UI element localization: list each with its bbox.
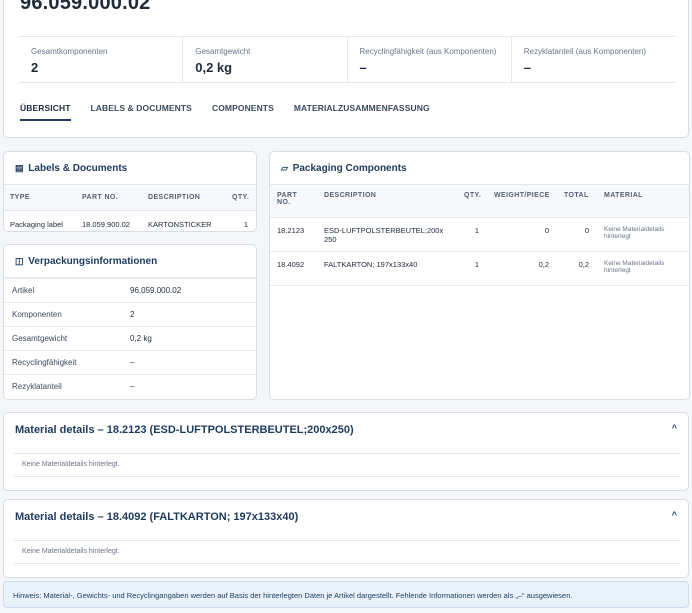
cell-total: 0,2 [557, 251, 597, 286]
info-row: Artikel 96.059.000.02 [4, 278, 256, 302]
packaging-info-card: ◫ Verpackungsinformationen Artikel 96.05… [3, 244, 257, 400]
panel-body: Keine Materialdetails hinterlegt. [14, 540, 680, 564]
kpi-row: Gesamtkomponenten 2 Gesamtgewicht 0,2 kg… [19, 36, 675, 83]
info-key: Komponenten [12, 310, 62, 319]
cell-type: Packaging label [10, 219, 63, 229]
article-header-card: 96.059.000.02 Gesamtkomponenten 2 Gesamt… [3, 0, 689, 138]
material-details-panel: Material details – 18.2123 (ESD-LUFTPOLS… [3, 412, 689, 491]
kpi-recycled-content: Rezyklatanteil (aus Komponenten) – [510, 37, 675, 82]
kpi-value: 2 [31, 60, 39, 75]
info-row: Rezyklatanteil – [4, 374, 256, 398]
column-header-no: NO. [277, 199, 291, 206]
cell-total: 0 [557, 217, 597, 252]
info-value: – [130, 382, 135, 391]
cell-weight: 0,2 [487, 251, 557, 286]
info-row: Komponenten 2 [4, 302, 256, 326]
packaging-components-card: ▱ Packaging Components PART NO. DESCRIPT… [269, 151, 690, 400]
column-header: MATERIAL [597, 185, 689, 218]
labels-table: TYPE PART NO. DESCRIPTION QTY. Packaging… [4, 185, 256, 232]
tab-bar: ÜBERSICHT LABELS & DOCUMENTS COMPONENTS … [20, 103, 430, 121]
table-row[interactable]: Packaging label 18.059.900.02 KARTONSTIC… [4, 210, 256, 232]
collapse-caret-icon[interactable]: ^ [672, 510, 677, 520]
kpi-label: Gesamtgewicht [195, 47, 251, 56]
column-header-part: PART [277, 192, 298, 199]
info-value: 0,2 kg [130, 334, 152, 343]
cell-description: FALTKARTON; 197x133x40 [317, 251, 457, 286]
tab-components[interactable]: COMPONENTS [212, 103, 274, 121]
column-header: DESCRIPTION [142, 185, 226, 211]
kpi-value: 0,2 kg [195, 60, 233, 75]
info-hint: Hinweis: Material-, Gewichts- und Recycl… [3, 581, 689, 608]
cell-description: KARTONSTICKER [148, 219, 212, 229]
column-header: PART NO. [270, 185, 317, 218]
page-title: 96.059.000.02 [20, 0, 151, 14]
box-outline-icon: ▱ [281, 163, 288, 173]
cell-part-no: 18.2123 [270, 217, 317, 252]
kpi-recyclability: Recyclingfähigkeit (aus Komponenten) – [346, 37, 511, 82]
column-header: PART NO. [76, 185, 142, 211]
column-header: WEIGHT/PIECE [487, 185, 557, 218]
info-row: Gesamtgewicht 0,2 kg [4, 326, 256, 350]
column-header: TOTAL [557, 185, 597, 218]
info-value: – [130, 358, 135, 367]
cell-description: ESD-LUFTPOLSTERBEUTEL;200x250 [317, 217, 457, 252]
column-header: QTY. [226, 185, 256, 211]
material-details-panel: Material details – 18.4092 (FALTKARTON; … [3, 499, 689, 578]
labels-documents-card: ▤ Labels & Documents TYPE PART NO. DESCR… [3, 151, 257, 232]
card-title-text: Verpackungsinformationen [28, 256, 158, 267]
table-row[interactable]: 18.2123 ESD-LUFTPOLSTERBEUTEL;200x250 1 … [270, 217, 689, 252]
kpi-value: – [359, 60, 367, 75]
panel-title[interactable]: Material details – 18.4092 (FALTKARTON; … [4, 500, 688, 535]
panel-body: Keine Materialdetails hinterlegt. [14, 453, 680, 477]
info-value: 96.059.000.02 [130, 286, 182, 295]
column-header: TYPE [4, 185, 76, 211]
card-title: ◫ Verpackungsinformationen [4, 245, 256, 278]
cell-material: Keine Materialdetails hinterlegt [597, 251, 689, 286]
table-row[interactable]: 18.4092 FALTKARTON; 197x133x40 1 0,2 0,2… [270, 251, 689, 286]
info-key: Gesamtgewicht [12, 334, 68, 343]
collapse-caret-icon[interactable]: ^ [672, 423, 677, 433]
card-title: ▱ Packaging Components [270, 152, 689, 185]
cell-part-no: 18.4092 [270, 251, 317, 286]
kpi-total-components: Gesamtkomponenten 2 [19, 37, 182, 82]
document-icon: ▤ [15, 163, 24, 173]
info-row: Recyclingfähigkeit – [4, 350, 256, 374]
kpi-label: Gesamtkomponenten [31, 47, 108, 56]
card-title-text: Packaging Components [292, 163, 407, 174]
cell-part-no: 18.059.900.02 [82, 219, 130, 229]
kpi-label: Rezyklatanteil (aus Komponenten) [523, 47, 647, 56]
cell-weight: 0 [487, 217, 557, 252]
kpi-value: – [523, 60, 531, 75]
card-title-text: Labels & Documents [28, 163, 128, 174]
kpi-total-weight: Gesamtgewicht 0,2 kg [182, 37, 346, 82]
info-key: Artikel [12, 286, 35, 295]
panel-title[interactable]: Material details – 18.2123 (ESD-LUFTPOLS… [4, 413, 688, 448]
column-header: QTY. [457, 185, 487, 218]
cell-qty: 1 [457, 217, 487, 252]
tab-material-summary[interactable]: MATERIALZUSAMMENFASSUNG [294, 103, 430, 121]
info-key: Recyclingfähigkeit [12, 358, 77, 367]
cell-qty: 1 [243, 219, 248, 229]
kpi-label: Recyclingfähigkeit (aus Komponenten) [359, 47, 497, 56]
info-key: Rezyklatanteil [12, 382, 62, 391]
tab-overview[interactable]: ÜBERSICHT [20, 103, 71, 121]
info-value: 2 [130, 310, 135, 319]
components-table: PART NO. DESCRIPTION QTY. WEIGHT/PIECE T… [270, 185, 689, 286]
columns-icon: ◫ [15, 256, 24, 266]
cell-qty: 1 [457, 251, 487, 286]
cell-material: Keine Materialdetails hinterlegt [597, 217, 689, 252]
card-title: ▤ Labels & Documents [4, 152, 256, 185]
column-header: DESCRIPTION [317, 185, 457, 218]
tab-labels-documents[interactable]: LABELS & DOCUMENTS [91, 103, 192, 121]
